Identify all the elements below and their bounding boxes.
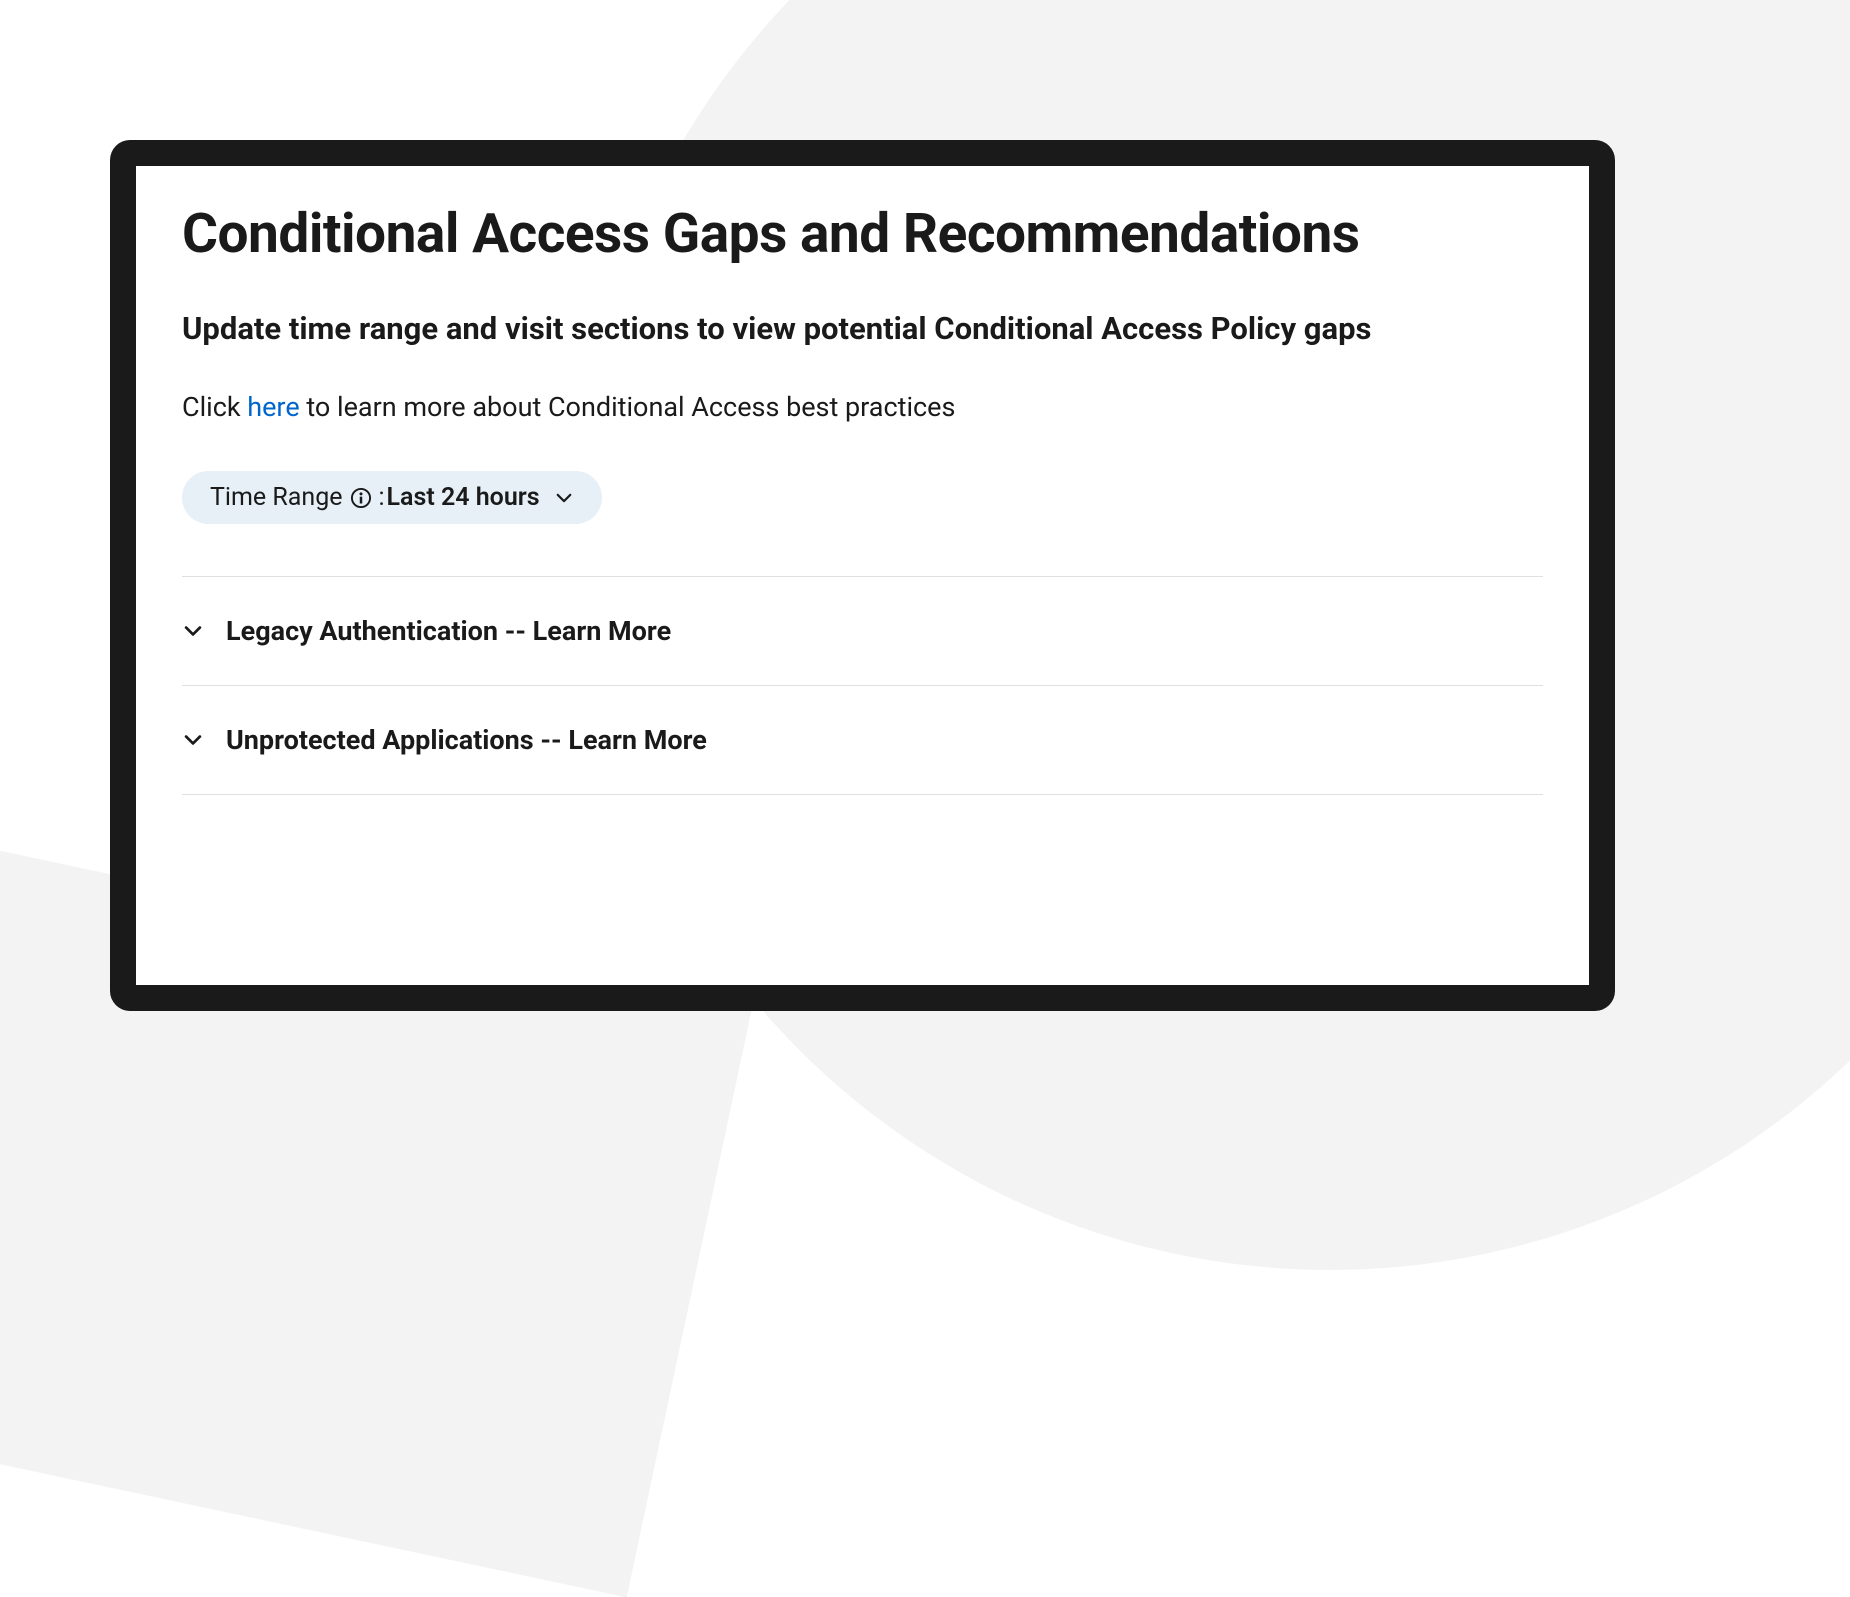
learn-more-link[interactable]: here — [247, 391, 299, 423]
description-prefix: Click — [182, 391, 247, 423]
info-icon — [350, 487, 372, 509]
time-range-label: Time Range — [210, 483, 342, 512]
chevron-down-icon — [554, 488, 574, 508]
page-title: Conditional Access Gaps and Recommendati… — [182, 202, 1543, 266]
time-range-value: Last 24 hours — [387, 483, 540, 512]
chevron-down-icon — [182, 729, 204, 751]
divider — [182, 794, 1543, 795]
console-panel: Conditional Access Gaps and Recommendati… — [110, 140, 1615, 1011]
section-legacy-authentication[interactable]: Legacy Authentication -- Learn More — [182, 577, 1543, 685]
description-text: Click here to learn more about Condition… — [182, 391, 1543, 423]
chevron-down-icon — [182, 620, 204, 642]
page-subtitle: Update time range and visit sections to … — [182, 310, 1543, 347]
section-title: Legacy Authentication -- Learn More — [226, 615, 671, 647]
section-unprotected-applications[interactable]: Unprotected Applications -- Learn More — [182, 686, 1543, 794]
description-suffix: to learn more about Conditional Access b… — [300, 391, 956, 423]
section-title: Unprotected Applications -- Learn More — [226, 724, 707, 756]
time-range-dropdown[interactable]: Time Range : Last 24 hours — [182, 471, 602, 524]
console-inner: Conditional Access Gaps and Recommendati… — [136, 166, 1589, 985]
time-range-separator: : — [378, 483, 384, 512]
